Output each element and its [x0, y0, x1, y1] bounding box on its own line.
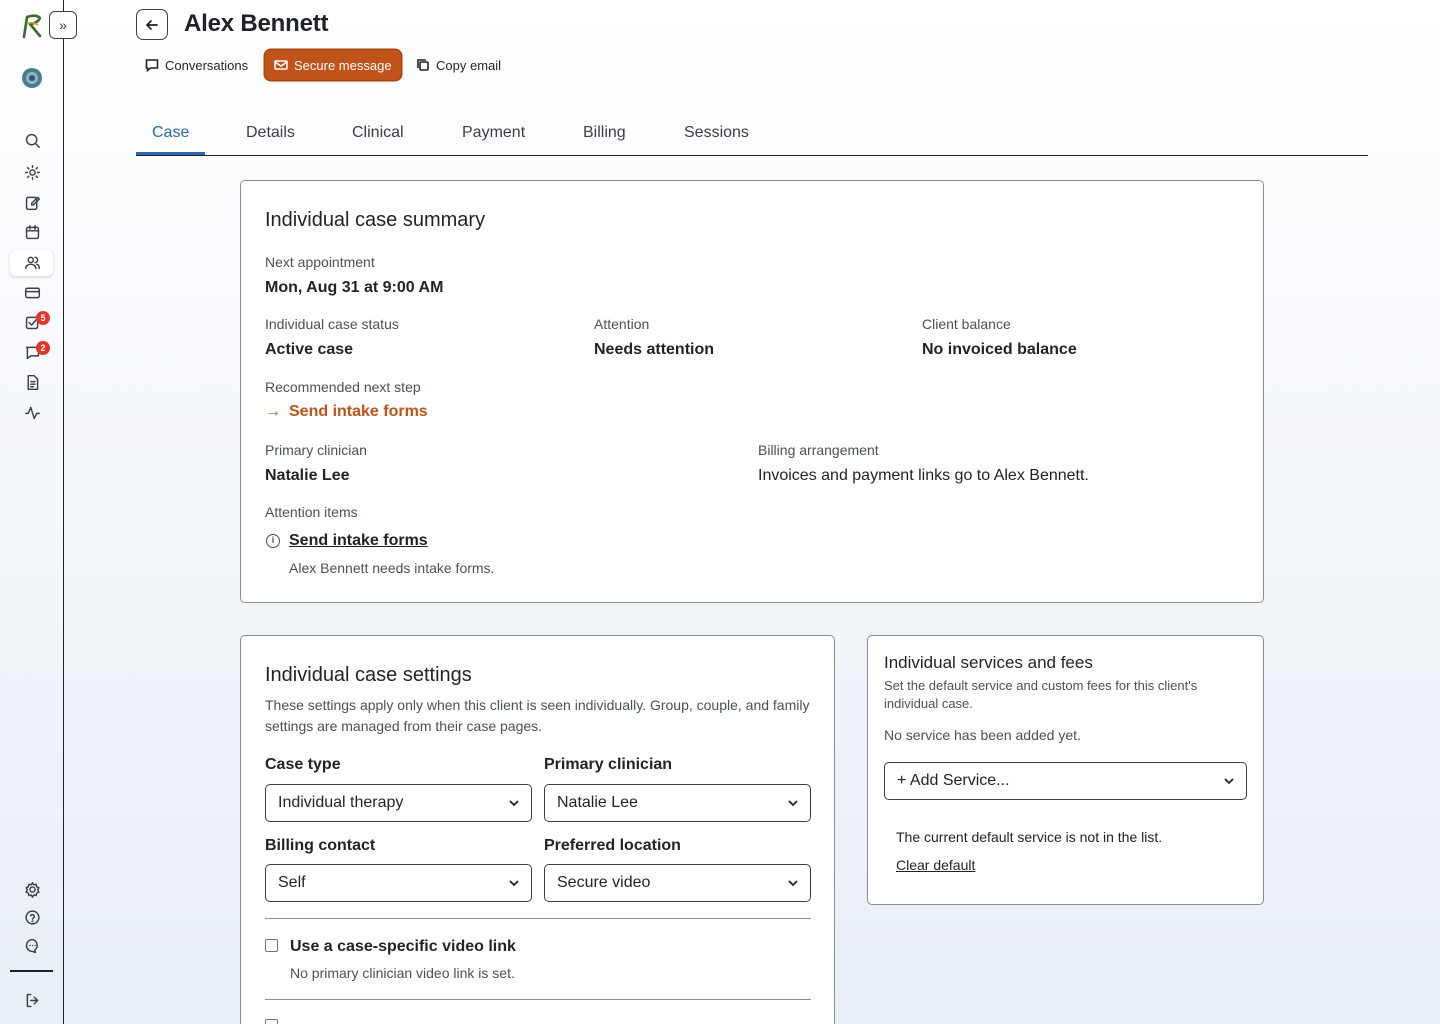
next-appointment-value: Mon, Aug 31 at 9:00 AM — [265, 279, 444, 296]
conversations-label: Conversations — [165, 57, 249, 73]
document-icon[interactable] — [22, 372, 42, 392]
client-balance-value: No invoiced balance — [922, 341, 1077, 358]
primary-clinician-value: Natalie Lee — [265, 467, 350, 484]
attention-value: Needs attention — [594, 341, 715, 358]
copy-icon — [417, 59, 429, 71]
arrow-right-icon: → — [265, 403, 281, 420]
billing-contact-value: Self — [278, 874, 306, 891]
chevron-down-icon — [509, 800, 519, 807]
case-status-value: Active case — [265, 341, 354, 358]
case-summary-card: Individual case summary Next appointment… — [240, 180, 1264, 603]
preferred-location-value: Secure video — [557, 874, 651, 891]
tab-case[interactable]: Case — [152, 124, 189, 142]
tab-bar: Case Details Clinical Payment Billing Se… — [136, 112, 1368, 156]
attention-items-label: Attention items — [265, 504, 358, 520]
tab-payment[interactable]: Payment — [462, 124, 525, 142]
add-service-select[interactable]: + Add Service... — [884, 762, 1247, 800]
chevron-down-icon — [788, 800, 798, 807]
default-service-note: The current default service is not in th… — [896, 829, 1163, 845]
services-description: Set the default service and custom fees … — [884, 678, 1198, 711]
message-square-icon — [145, 59, 159, 72]
clear-default-link[interactable]: Clear default — [896, 857, 975, 873]
sidebar-divider — [10, 970, 53, 972]
page-title: Alex Bennett — [184, 10, 329, 37]
logout-icon[interactable] — [22, 990, 42, 1010]
attention-label: Attention — [594, 316, 650, 332]
primary-clinician-select-value: Natalie Lee — [557, 794, 638, 811]
case-type-select[interactable]: Individual therapy — [265, 784, 532, 822]
next-setting-checkbox[interactable] — [265, 1019, 278, 1024]
back-button[interactable] — [136, 9, 168, 40]
chevron-down-icon — [509, 880, 519, 887]
practice-logo-icon[interactable] — [20, 66, 44, 90]
video-link-label[interactable]: Use a case-specific video link — [290, 938, 516, 956]
settings-divider — [265, 918, 811, 919]
next-step-link[interactable]: → Send intake forms — [265, 403, 428, 421]
active-tab-indicator — [136, 152, 205, 155]
case-type-label: Case type — [265, 756, 341, 773]
secure-message-label: Secure message — [294, 57, 392, 73]
sidebar-expand-button[interactable]: » — [49, 11, 77, 39]
arrow-left-icon — [146, 19, 158, 30]
services-fees-card: Individual services and fees Set the def… — [867, 635, 1264, 905]
case-type-value: Individual therapy — [278, 794, 404, 811]
chevron-down-icon — [1224, 778, 1234, 785]
help-icon[interactable] — [22, 907, 42, 927]
case-settings-card: Individual case settings These settings … — [240, 635, 835, 1024]
sun-icon[interactable] — [22, 162, 42, 182]
notes-edit-icon[interactable] — [22, 192, 42, 212]
tab-billing[interactable]: Billing — [583, 124, 626, 142]
add-service-value: + Add Service... — [897, 772, 1010, 789]
services-heading: Individual services and fees — [884, 653, 1093, 672]
billing-contact-label: Billing contact — [265, 837, 376, 854]
mail-icon — [274, 60, 288, 70]
next-step-label: Recommended next step — [265, 379, 421, 395]
credit-card-icon[interactable] — [22, 282, 42, 302]
chevron-down-icon — [788, 880, 798, 887]
feedback-chat-icon[interactable] — [22, 935, 42, 955]
activity-icon[interactable] — [22, 402, 42, 422]
info-icon: i — [266, 534, 280, 548]
next-appointment-label: Next appointment — [265, 254, 375, 270]
billing-contact-select[interactable]: Self — [265, 864, 532, 902]
search-icon[interactable] — [22, 130, 42, 150]
settings-divider-2 — [265, 999, 811, 1000]
video-link-description: No primary clinician video link is set. — [290, 965, 515, 981]
case-status-label: Individual case status — [265, 316, 399, 332]
sidebar: » 5 2 — [0, 0, 77, 1024]
copy-email-label: Copy email — [436, 57, 502, 73]
attention-item-link[interactable]: Send intake forms — [289, 532, 428, 550]
clients-icon[interactable] — [22, 252, 42, 272]
settings-icon[interactable] — [22, 879, 42, 899]
no-service-text: No service has been added yet. — [884, 727, 1081, 743]
messages-count-badge: 2 — [36, 341, 50, 355]
primary-clinician-select[interactable]: Natalie Lee — [544, 784, 811, 822]
tasks-count-badge: 5 — [36, 311, 50, 325]
settings-clinician-label: Primary clinician — [544, 756, 673, 773]
secure-message-button[interactable]: Secure message — [265, 50, 401, 80]
copy-email-button[interactable]: Copy email — [416, 50, 501, 80]
client-balance-label: Client balance — [922, 316, 1011, 332]
attention-item-description: Alex Bennett needs intake forms. — [289, 560, 495, 576]
billing-arrangement-label: Billing arrangement — [758, 442, 879, 458]
tab-sessions[interactable]: Sessions — [684, 124, 749, 142]
app-logo[interactable] — [18, 12, 46, 40]
video-link-checkbox[interactable] — [265, 939, 278, 952]
case-settings-description: These settings apply only when this clie… — [265, 697, 810, 734]
conversations-button[interactable]: Conversations — [145, 50, 248, 80]
preferred-location-select[interactable]: Secure video — [544, 864, 811, 902]
tab-details[interactable]: Details — [246, 124, 295, 142]
tab-clinical[interactable]: Clinical — [352, 124, 404, 142]
next-step-value: Send intake forms — [289, 403, 428, 420]
primary-clinician-label: Primary clinician — [265, 442, 367, 458]
calendar-icon[interactable] — [22, 222, 42, 242]
chevrons-right-icon: » — [59, 17, 67, 33]
case-settings-heading: Individual case settings — [265, 664, 472, 686]
preferred-location-label: Preferred location — [544, 837, 681, 854]
case-summary-heading: Individual case summary — [265, 209, 486, 231]
billing-arrangement-value: Invoices and payment links go to Alex Be… — [758, 467, 1089, 484]
